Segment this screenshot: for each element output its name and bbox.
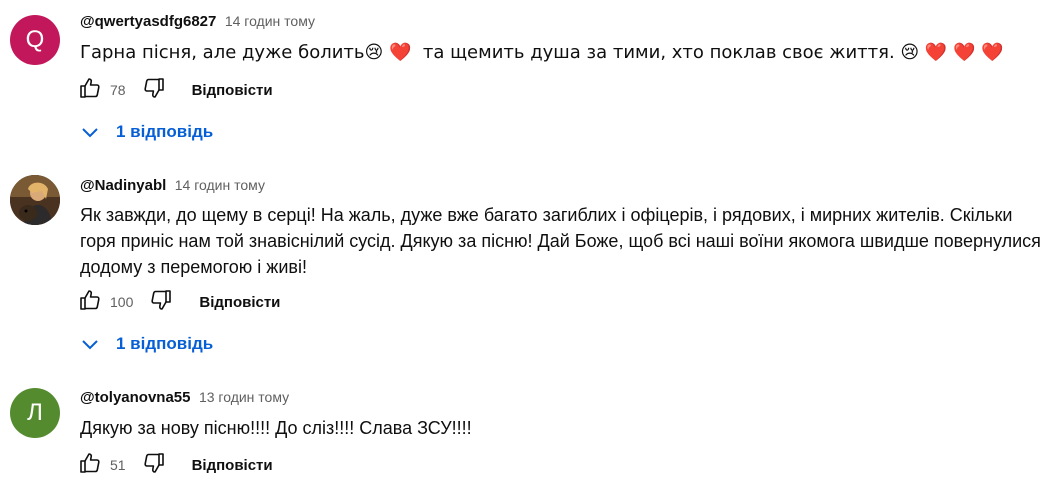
comment-header: @tolyanovna55 13 годин тому — [80, 389, 289, 407]
comment-actions: 100 Відповісти — [76, 286, 280, 318]
comment-author[interactable]: @tolyanovna55 — [80, 389, 191, 406]
avatar[interactable]: Q — [10, 15, 60, 65]
replies-count-label: 1 відповідь — [116, 334, 214, 353]
comment-timestamp[interactable]: 14 годин тому — [225, 13, 315, 29]
thumbs-down-icon — [142, 76, 166, 105]
chevron-down-icon — [80, 121, 102, 143]
avatar-photo — [10, 175, 60, 225]
comment-timestamp[interactable]: 14 годин тому — [175, 177, 265, 193]
comment-text: Гарна пісня, але дуже болить😢 ❤️ та щеми… — [80, 42, 1004, 63]
like-button[interactable] — [76, 288, 104, 316]
dislike-button[interactable] — [140, 76, 168, 104]
thumbs-up-icon — [78, 451, 102, 480]
comment-author[interactable]: @qwertyasdfg6827 — [80, 13, 216, 30]
thumbs-up-icon — [78, 288, 102, 317]
comment-text: Дякую за нову пісню!!!! До сліз!!!! Слав… — [80, 418, 472, 438]
like-button[interactable] — [76, 76, 104, 104]
comment-actions: 78 Відповісти — [76, 74, 273, 106]
replies-count-label: 1 відповідь — [116, 122, 214, 141]
like-count: 78 — [110, 82, 126, 98]
avatar[interactable] — [10, 175, 60, 225]
thumbs-up-icon — [78, 76, 102, 105]
like-button[interactable] — [76, 451, 104, 479]
comment-author[interactable]: @Nadinyabl — [80, 177, 166, 194]
show-replies-button[interactable]: 1 відповідь — [80, 326, 213, 362]
comment-header: @Nadinyabl 14 годин тому — [80, 177, 265, 195]
like-count: 51 — [110, 457, 126, 473]
comment-header: @qwertyasdfg6827 14 годин тому — [80, 13, 315, 31]
comment-actions: 51 Відповісти — [76, 449, 273, 481]
reply-button[interactable]: Відповісти — [192, 82, 273, 99]
comment-timestamp[interactable]: 13 годин тому — [199, 389, 289, 405]
reply-button[interactable]: Відповісти — [192, 457, 273, 474]
reply-button[interactable]: Відповісти — [199, 294, 280, 311]
thumbs-down-icon — [149, 288, 173, 317]
like-count: 100 — [110, 294, 134, 310]
thumbs-down-icon — [142, 451, 166, 480]
dislike-button[interactable] — [147, 288, 175, 316]
comment-text: Як завжди, до щему в серці! На жаль, дуж… — [80, 205, 1046, 277]
avatar[interactable]: Л — [10, 388, 60, 438]
dislike-button[interactable] — [140, 451, 168, 479]
show-replies-button[interactable]: 1 відповідь — [80, 114, 213, 150]
chevron-down-icon — [80, 333, 102, 355]
